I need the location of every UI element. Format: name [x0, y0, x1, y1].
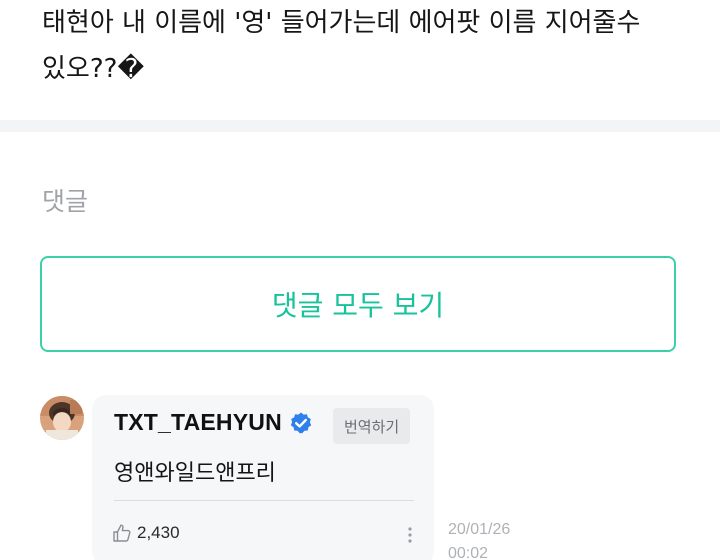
comment-page: 태현아 내 이름에 '영' 들어가는데 에어팟 이름 지어줄수 있오??� 댓글…: [0, 0, 720, 560]
verified-badge-icon: [289, 411, 313, 435]
avatar[interactable]: [40, 396, 84, 440]
avatar-photo-icon: [40, 396, 84, 440]
comment-card: TXT_TAEHYUN 번역하기 영앤와일드앤프리 2,430: [92, 395, 434, 560]
translate-button[interactable]: 번역하기: [333, 408, 411, 444]
timestamp-date: 20/01/26: [448, 521, 511, 538]
thumbs-up-icon: [112, 523, 132, 543]
author-row: TXT_TAEHYUN: [114, 409, 313, 436]
more-options-icon[interactable]: [405, 525, 415, 545]
post-text: 태현아 내 이름에 '영' 들어가는데 에어팟 이름 지어줄수 있오??�: [42, 0, 682, 92]
view-all-comments-button[interactable]: 댓글 모두 보기: [40, 256, 676, 352]
comment-text: 영앤와일드앤프리: [114, 461, 276, 486]
comment-timestamp: 20/01/26 00:02: [448, 518, 510, 560]
comments-heading: 댓글: [42, 187, 89, 216]
post-text-line-2: 있오??�: [42, 54, 145, 84]
timestamp-time: 00:02: [448, 545, 489, 560]
post-text-line-1: 태현아 내 이름에 '영' 들어가는데 에어팟 이름 지어줄수: [42, 8, 641, 38]
like-button[interactable]: 2,430: [112, 523, 180, 543]
like-count: 2,430: [137, 523, 180, 542]
author-name[interactable]: TXT_TAEHYUN: [114, 409, 282, 436]
section-divider: [0, 120, 720, 132]
card-divider: [114, 500, 414, 501]
